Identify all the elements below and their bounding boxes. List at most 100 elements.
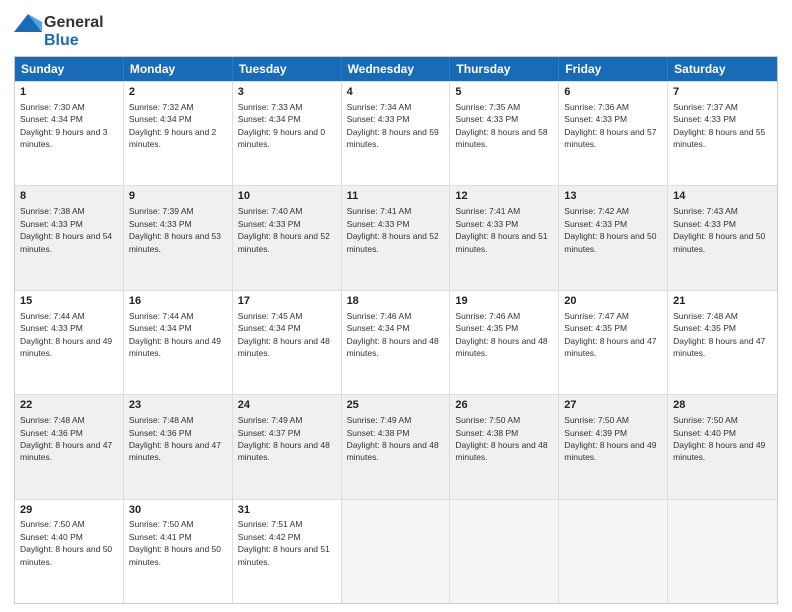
cal-cell-empty	[668, 500, 777, 603]
day-number: 22	[20, 398, 118, 413]
cell-text: Sunrise: 7:37 AMSunset: 4:33 PMDaylight:…	[673, 102, 765, 149]
day-number: 5	[455, 85, 553, 100]
cell-text: Sunrise: 7:34 AMSunset: 4:33 PMDaylight:…	[347, 102, 439, 149]
cell-text: Sunrise: 7:45 AMSunset: 4:34 PMDaylight:…	[238, 311, 330, 358]
cal-cell: 22 Sunrise: 7:48 AMSunset: 4:36 PMDaylig…	[15, 395, 124, 498]
cal-cell: 17 Sunrise: 7:45 AMSunset: 4:34 PMDaylig…	[233, 291, 342, 394]
cal-cell: 13 Sunrise: 7:42 AMSunset: 4:33 PMDaylig…	[559, 186, 668, 289]
day-number: 24	[238, 398, 336, 413]
cal-week-row: 29 Sunrise: 7:50 AMSunset: 4:40 PMDaylig…	[15, 499, 777, 603]
cal-header-day: Thursday	[450, 57, 559, 81]
calendar: SundayMondayTuesdayWednesdayThursdayFrid…	[14, 56, 778, 604]
cal-cell: 25 Sunrise: 7:49 AMSunset: 4:38 PMDaylig…	[342, 395, 451, 498]
day-number: 7	[673, 85, 772, 100]
cal-week-row: 22 Sunrise: 7:48 AMSunset: 4:36 PMDaylig…	[15, 394, 777, 498]
cell-text: Sunrise: 7:33 AMSunset: 4:34 PMDaylight:…	[238, 102, 325, 149]
logo-text-blue: Blue	[44, 32, 79, 50]
cal-cell: 21 Sunrise: 7:48 AMSunset: 4:35 PMDaylig…	[668, 291, 777, 394]
page: General Blue SundayMondayTuesdayWednesda…	[0, 0, 792, 612]
day-number: 31	[238, 503, 336, 518]
cell-text: Sunrise: 7:50 AMSunset: 4:39 PMDaylight:…	[564, 415, 656, 462]
cal-cell: 27 Sunrise: 7:50 AMSunset: 4:39 PMDaylig…	[559, 395, 668, 498]
cal-cell: 4 Sunrise: 7:34 AMSunset: 4:33 PMDayligh…	[342, 82, 451, 185]
cell-text: Sunrise: 7:48 AMSunset: 4:35 PMDaylight:…	[673, 311, 765, 358]
cal-header-day: Monday	[124, 57, 233, 81]
cell-text: Sunrise: 7:41 AMSunset: 4:33 PMDaylight:…	[455, 206, 547, 253]
day-number: 17	[238, 294, 336, 309]
cell-text: Sunrise: 7:36 AMSunset: 4:33 PMDaylight:…	[564, 102, 656, 149]
cell-text: Sunrise: 7:39 AMSunset: 4:33 PMDaylight:…	[129, 206, 221, 253]
cal-cell-empty	[450, 500, 559, 603]
day-number: 11	[347, 189, 445, 204]
cal-cell: 2 Sunrise: 7:32 AMSunset: 4:34 PMDayligh…	[124, 82, 233, 185]
cal-week-row: 15 Sunrise: 7:44 AMSunset: 4:33 PMDaylig…	[15, 290, 777, 394]
day-number: 30	[129, 503, 227, 518]
cell-text: Sunrise: 7:46 AMSunset: 4:35 PMDaylight:…	[455, 311, 547, 358]
cal-cell: 28 Sunrise: 7:50 AMSunset: 4:40 PMDaylig…	[668, 395, 777, 498]
cal-cell: 18 Sunrise: 7:46 AMSunset: 4:34 PMDaylig…	[342, 291, 451, 394]
cell-text: Sunrise: 7:43 AMSunset: 4:33 PMDaylight:…	[673, 206, 765, 253]
cal-week-row: 1 Sunrise: 7:30 AMSunset: 4:34 PMDayligh…	[15, 81, 777, 185]
cal-cell: 29 Sunrise: 7:50 AMSunset: 4:40 PMDaylig…	[15, 500, 124, 603]
day-number: 14	[673, 189, 772, 204]
day-number: 13	[564, 189, 662, 204]
cal-header-day: Saturday	[668, 57, 777, 81]
cal-cell: 16 Sunrise: 7:44 AMSunset: 4:34 PMDaylig…	[124, 291, 233, 394]
cell-text: Sunrise: 7:50 AMSunset: 4:40 PMDaylight:…	[673, 415, 765, 462]
day-number: 3	[238, 85, 336, 100]
day-number: 18	[347, 294, 445, 309]
logo-text-general: General	[44, 14, 104, 32]
day-number: 20	[564, 294, 662, 309]
cell-text: Sunrise: 7:30 AMSunset: 4:34 PMDaylight:…	[20, 102, 107, 149]
day-number: 23	[129, 398, 227, 413]
cal-cell-empty	[342, 500, 451, 603]
cell-text: Sunrise: 7:50 AMSunset: 4:38 PMDaylight:…	[455, 415, 547, 462]
cal-cell: 14 Sunrise: 7:43 AMSunset: 4:33 PMDaylig…	[668, 186, 777, 289]
day-number: 26	[455, 398, 553, 413]
day-number: 29	[20, 503, 118, 518]
cal-cell: 5 Sunrise: 7:35 AMSunset: 4:33 PMDayligh…	[450, 82, 559, 185]
cal-header-day: Friday	[559, 57, 668, 81]
cal-cell: 9 Sunrise: 7:39 AMSunset: 4:33 PMDayligh…	[124, 186, 233, 289]
cell-text: Sunrise: 7:44 AMSunset: 4:33 PMDaylight:…	[20, 311, 112, 358]
cal-cell: 12 Sunrise: 7:41 AMSunset: 4:33 PMDaylig…	[450, 186, 559, 289]
cell-text: Sunrise: 7:44 AMSunset: 4:34 PMDaylight:…	[129, 311, 221, 358]
day-number: 12	[455, 189, 553, 204]
cell-text: Sunrise: 7:48 AMSunset: 4:36 PMDaylight:…	[20, 415, 112, 462]
cell-text: Sunrise: 7:32 AMSunset: 4:34 PMDaylight:…	[129, 102, 216, 149]
cal-week-row: 8 Sunrise: 7:38 AMSunset: 4:33 PMDayligh…	[15, 185, 777, 289]
calendar-header: SundayMondayTuesdayWednesdayThursdayFrid…	[15, 57, 777, 81]
cal-cell: 6 Sunrise: 7:36 AMSunset: 4:33 PMDayligh…	[559, 82, 668, 185]
cell-text: Sunrise: 7:42 AMSunset: 4:33 PMDaylight:…	[564, 206, 656, 253]
day-number: 27	[564, 398, 662, 413]
cell-text: Sunrise: 7:49 AMSunset: 4:38 PMDaylight:…	[347, 415, 439, 462]
cal-cell: 23 Sunrise: 7:48 AMSunset: 4:36 PMDaylig…	[124, 395, 233, 498]
cell-text: Sunrise: 7:41 AMSunset: 4:33 PMDaylight:…	[347, 206, 439, 253]
logo-area: General Blue	[14, 14, 104, 50]
calendar-body: 1 Sunrise: 7:30 AMSunset: 4:34 PMDayligh…	[15, 81, 777, 603]
day-number: 9	[129, 189, 227, 204]
cal-cell: 10 Sunrise: 7:40 AMSunset: 4:33 PMDaylig…	[233, 186, 342, 289]
day-number: 15	[20, 294, 118, 309]
cal-header-day: Sunday	[15, 57, 124, 81]
cal-cell: 19 Sunrise: 7:46 AMSunset: 4:35 PMDaylig…	[450, 291, 559, 394]
cell-text: Sunrise: 7:35 AMSunset: 4:33 PMDaylight:…	[455, 102, 547, 149]
cal-cell: 15 Sunrise: 7:44 AMSunset: 4:33 PMDaylig…	[15, 291, 124, 394]
day-number: 21	[673, 294, 772, 309]
day-number: 16	[129, 294, 227, 309]
cal-cell: 24 Sunrise: 7:49 AMSunset: 4:37 PMDaylig…	[233, 395, 342, 498]
cal-cell: 30 Sunrise: 7:50 AMSunset: 4:41 PMDaylig…	[124, 500, 233, 603]
cell-text: Sunrise: 7:38 AMSunset: 4:33 PMDaylight:…	[20, 206, 112, 253]
day-number: 4	[347, 85, 445, 100]
day-number: 6	[564, 85, 662, 100]
header: General Blue	[14, 10, 778, 50]
cell-text: Sunrise: 7:51 AMSunset: 4:42 PMDaylight:…	[238, 519, 330, 566]
day-number: 1	[20, 85, 118, 100]
cell-text: Sunrise: 7:48 AMSunset: 4:36 PMDaylight:…	[129, 415, 221, 462]
day-number: 28	[673, 398, 772, 413]
cal-cell: 1 Sunrise: 7:30 AMSunset: 4:34 PMDayligh…	[15, 82, 124, 185]
cal-cell: 31 Sunrise: 7:51 AMSunset: 4:42 PMDaylig…	[233, 500, 342, 603]
cal-cell: 11 Sunrise: 7:41 AMSunset: 4:33 PMDaylig…	[342, 186, 451, 289]
cell-text: Sunrise: 7:40 AMSunset: 4:33 PMDaylight:…	[238, 206, 330, 253]
cal-cell: 3 Sunrise: 7:33 AMSunset: 4:34 PMDayligh…	[233, 82, 342, 185]
